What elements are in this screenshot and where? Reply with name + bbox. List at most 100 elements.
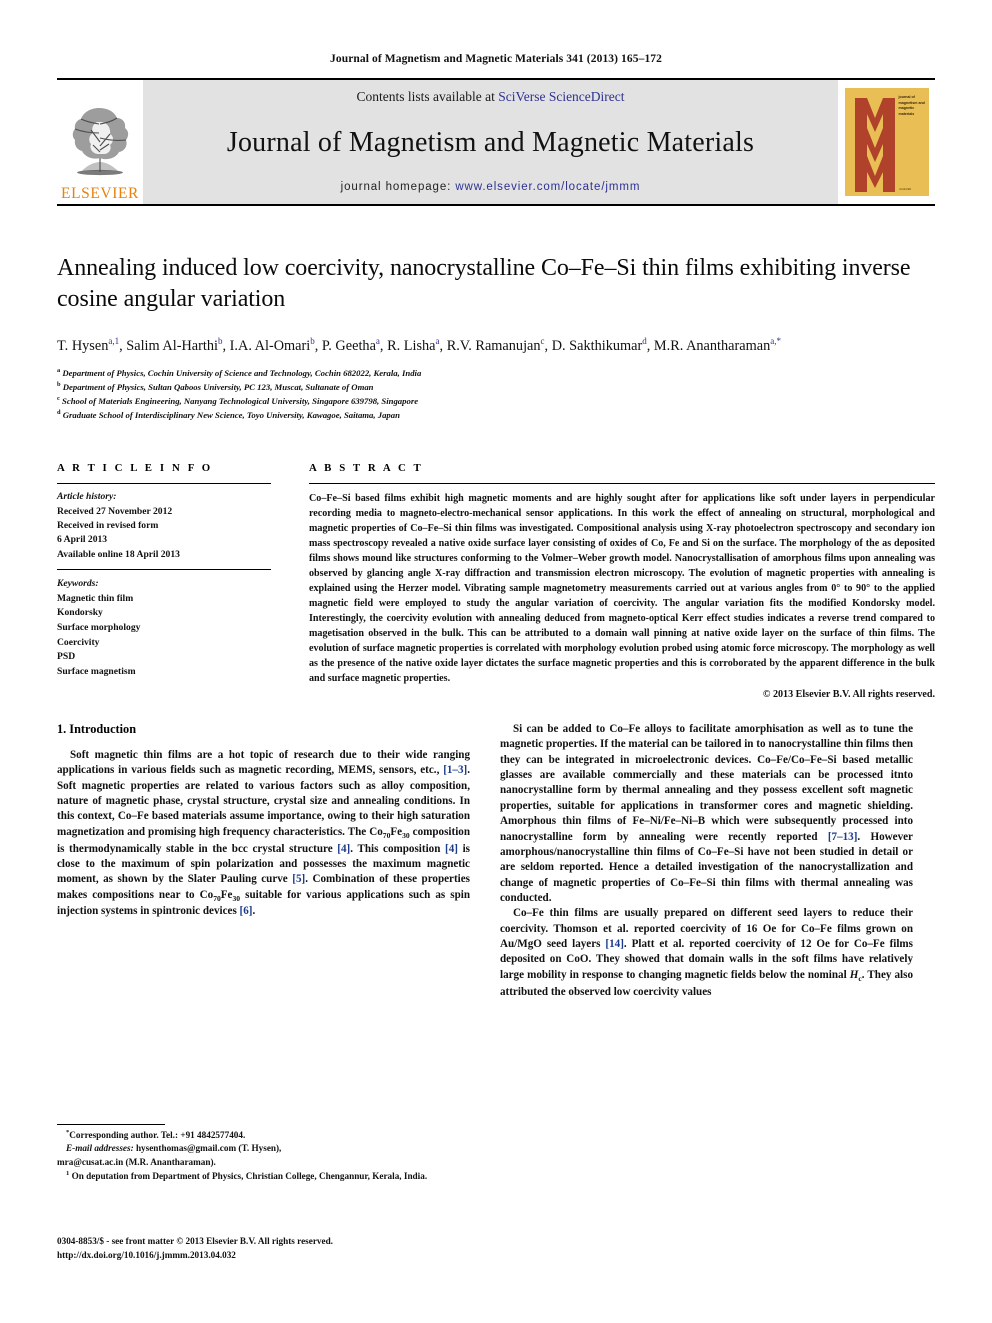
elsevier-wordmark: ELSEVIER: [61, 184, 139, 202]
affiliation-item: c School of Materials Engineering, Nanya…: [57, 394, 935, 408]
author-name: T. Hysen: [57, 338, 109, 355]
affiliation-mark: d: [57, 409, 61, 417]
author-affil-mark: d: [642, 336, 647, 347]
keyword-item: PSD: [57, 651, 76, 663]
affiliation-list: a Department of Physics, Cochin Universi…: [57, 366, 935, 422]
affiliation-text: Department of Physics, Sultan Qaboos Uni…: [62, 381, 374, 392]
author-affil-mark: b: [218, 336, 223, 347]
keyword-item: Magnetic thin film: [57, 592, 134, 604]
text-run: . This composition: [350, 842, 446, 855]
subscript: 70: [213, 893, 221, 903]
sciencedirect-link[interactable]: SciVerse ScienceDirect: [498, 89, 624, 104]
text-run: Fe: [390, 825, 403, 838]
paragraph-right-2: Co–Fe thin films are usually prepared on…: [500, 906, 913, 1000]
paragraph-right-1: Si can be added to Co–Fe alloys to facil…: [500, 722, 913, 906]
imprint-block: 0304-8853/$ - see front matter © 2013 El…: [57, 1235, 487, 1263]
author-name: D. Sakthikumar: [551, 338, 643, 355]
affiliation-text: Department of Physics, Cochin University…: [62, 367, 422, 378]
cover-title-text: journal of magnetism and magnetic materi…: [898, 95, 925, 116]
keyword-item: Surface magnetism: [57, 665, 136, 677]
footnote-deputation: 1 On deputation from Department of Physi…: [57, 1169, 470, 1183]
text-run: Soft magnetic thin films are a hot topic…: [57, 749, 470, 777]
footnote-rule: [57, 1124, 165, 1125]
paper-title: Annealing induced low coercivity, nanocr…: [57, 255, 911, 313]
affiliation-item: d Graduate School of Interdisciplinary N…: [57, 408, 935, 422]
author-name: R.V. Ramanujan: [446, 338, 541, 355]
footnote-text: Corresponding author. Tel.: +91 48425774…: [69, 1130, 246, 1141]
author-item: D. Sakthikumard: [551, 336, 647, 355]
publisher-logo: ELSEVIER: [57, 80, 143, 204]
keywords-block: Keywords: Magnetic thin film Kondorsky S…: [57, 577, 271, 679]
abstract-column: A B S T R A C T Co–Fe–Si based films exh…: [309, 462, 935, 700]
citation-ref[interactable]: [5]: [292, 873, 305, 885]
affiliation-mark: a: [57, 366, 61, 374]
doi-line[interactable]: http://dx.doi.org/10.1016/j.jmmm.2013.04…: [57, 1249, 487, 1263]
body-column-left: 1. Introduction Soft magnetic thin films…: [57, 722, 470, 1000]
affiliation-item: a Department of Physics, Cochin Universi…: [57, 366, 935, 380]
citation-ref[interactable]: [14]: [605, 938, 623, 950]
affiliation-mark: b: [57, 381, 61, 389]
homepage-label: journal homepage:: [340, 181, 456, 193]
email-address[interactable]: mra@cusat.ac.in (M.R. Anantharaman).: [57, 1157, 216, 1167]
journal-title: Journal of Magnetism and Magnetic Materi…: [226, 127, 755, 158]
abstract-copyright: © 2013 Elsevier B.V. All rights reserved…: [762, 689, 935, 701]
cover-publisher-text: ELSEVIER: [899, 188, 912, 191]
author-affil-mark: a,1: [108, 336, 120, 347]
section-heading-introduction: 1. Introduction: [57, 722, 137, 737]
paper-page: Journal of Magnetism and Magnetic Materi…: [0, 0, 992, 1323]
author-name: M.R. Anantharaman: [653, 338, 771, 355]
citation-ref[interactable]: [4]: [445, 843, 458, 855]
author-name: P. Geetha: [321, 338, 376, 355]
author-item: T. Hysena,1: [57, 336, 120, 355]
journal-masthead: ELSEVIER Contents lists available at Sci…: [57, 78, 935, 206]
masthead-center: Contents lists available at SciVerse Sci…: [143, 80, 838, 204]
author-item: R.V. Ramanujanc: [446, 336, 545, 355]
title-block: Annealing induced low coercivity, nanocr…: [57, 253, 935, 422]
author-name: R. Lisha: [387, 338, 436, 355]
history-item: 6 April 2013: [57, 534, 108, 546]
author-item: P. Geethaa: [321, 336, 380, 355]
running-head: Journal of Magnetism and Magnetic Materi…: [330, 53, 662, 65]
cover-thumbnail-wrap: journal of magnetism and magnetic materi…: [838, 80, 935, 204]
article-info-column: A R T I C L E I N F O Article history: R…: [57, 462, 309, 700]
corresponding-author-mark: a,*: [770, 336, 781, 347]
keywords-label: Keywords:: [57, 578, 99, 590]
keyword-item: Surface morphology: [57, 621, 141, 633]
author-item: I.A. Al-Omarib: [230, 336, 315, 354]
keyword-item: Kondorsky: [57, 607, 103, 619]
footnote-corresponding: *Corresponding author. Tel.: +91 4842577…: [57, 1128, 470, 1142]
contents-prefix: Contents lists available at: [356, 89, 499, 104]
author-item: R. Lishaa: [387, 336, 440, 355]
author-list: T. Hysena,1, Salim Al-Harthib, I.A. Al-O…: [57, 336, 781, 355]
citation-ref[interactable]: [1–3]: [443, 764, 467, 776]
subscript: 30: [402, 831, 410, 841]
history-item: Received 27 November 2012: [57, 505, 173, 517]
history-item: Received in revised form: [57, 520, 159, 532]
author-item: Salim Al-Harthib: [126, 336, 223, 355]
history-item: Available online 18 April 2013: [57, 548, 180, 560]
author-name: Salim Al-Harthi: [126, 338, 218, 355]
citation-ref[interactable]: [4]: [337, 843, 350, 855]
text-run: .: [252, 905, 256, 918]
footnote-block: *Corresponding author. Tel.: +91 4842577…: [57, 1124, 470, 1184]
contents-available-line: Contents lists available at SciVerse Sci…: [356, 89, 624, 105]
homepage-url-link[interactable]: www.elsevier.com/locate/jmmm: [455, 181, 640, 193]
footnote-email-2: mra@cusat.ac.in (M.R. Anantharaman).: [57, 1156, 470, 1169]
footnote-emails: E-mail addresses: hysenthomas@gmail.com …: [57, 1142, 470, 1155]
article-history-label: Article history:: [57, 491, 117, 503]
citation-ref[interactable]: [6]: [240, 905, 253, 917]
footnote-text: On deputation from Department of Physics…: [71, 1171, 428, 1182]
author-affil-mark: b: [310, 336, 315, 347]
mmm-logo-icon: [854, 98, 895, 192]
author-affil-mark: a: [435, 336, 440, 347]
info-abstract-row: A R T I C L E I N F O Article history: R…: [57, 462, 935, 700]
subscript: 30: [232, 893, 241, 903]
journal-homepage-line: journal homepage: www.elsevier.com/locat…: [341, 181, 641, 193]
keyword-item: Coercivity: [57, 636, 100, 648]
footnote-mark: 1: [66, 1170, 70, 1178]
email-label: E-mail addresses:: [66, 1143, 134, 1154]
divider: [57, 569, 271, 571]
email-address[interactable]: hysenthomas@gmail.com (T. Hysen),: [134, 1143, 281, 1153]
affiliation-mark: c: [57, 395, 60, 403]
citation-ref[interactable]: [7–13]: [828, 831, 858, 843]
